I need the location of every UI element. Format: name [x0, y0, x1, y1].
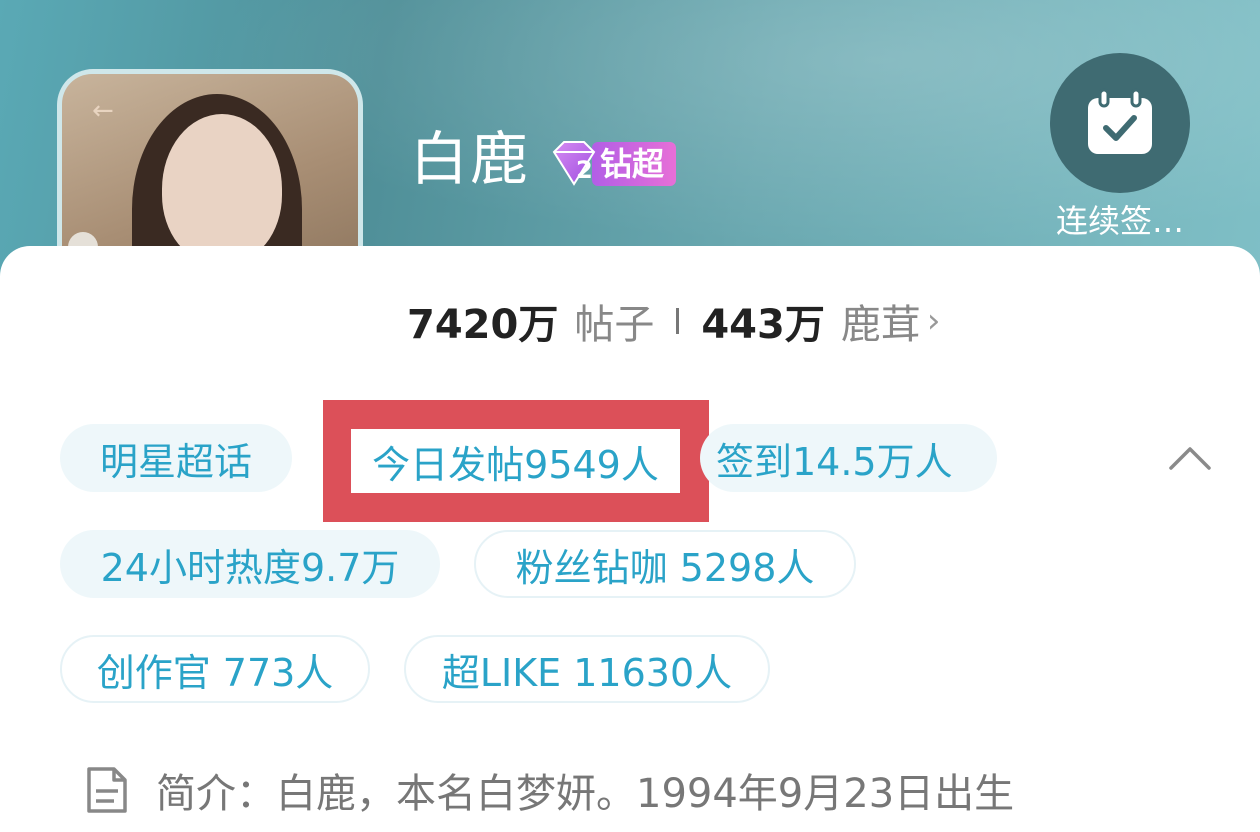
checkin-button[interactable] — [1050, 53, 1190, 193]
posts-count: 7420万 — [407, 302, 559, 348]
tag-diamond-fans[interactable]: 粉丝钻咖 5298人 — [474, 530, 856, 598]
stats-divider — [676, 308, 680, 334]
posts-unit: 帖子 — [574, 302, 655, 348]
chevron-right-icon: › — [926, 301, 941, 341]
checkin-label[interactable]: 连续签… — [1040, 196, 1200, 242]
fans-count: 443万 — [701, 302, 825, 348]
intro-row[interactable]: 简介：白鹿，本名白梦妍。1994年9月23日出生 — [84, 760, 1014, 820]
topic-title: 白鹿 — [410, 125, 531, 193]
fans-unit: 鹿茸 — [840, 302, 921, 348]
tier-badge[interactable]: 2 钻超 — [546, 138, 677, 190]
tag-creators[interactable]: 创作官 773人 — [60, 635, 370, 703]
collapse-button[interactable] — [1166, 438, 1214, 478]
calendar-check-icon — [1088, 88, 1152, 154]
document-icon — [87, 767, 127, 813]
tag-checkins[interactable]: 签到14.5万人 — [700, 424, 997, 492]
arrow-left-icon: ← — [92, 96, 114, 126]
tier-label: 钻超 — [592, 142, 677, 186]
tag-category[interactable]: 明星超话 — [60, 424, 292, 492]
tag-super-like[interactable]: 超LIKE 11630人 — [404, 635, 770, 703]
svg-text:2: 2 — [576, 156, 593, 184]
tag-today-posts[interactable]: 今日发帖9549人 — [351, 429, 680, 493]
stats-row[interactable]: 7420万 帖子 443万 鹿茸 › — [407, 298, 941, 348]
tag-heat[interactable]: 24小时热度9.7万 — [60, 530, 440, 598]
intro-text: 简介：白鹿，本名白梦妍。1994年9月23日出生 — [156, 771, 1015, 817]
chevron-up-icon — [1169, 447, 1211, 470]
diamond-icon: 2 — [546, 138, 602, 190]
